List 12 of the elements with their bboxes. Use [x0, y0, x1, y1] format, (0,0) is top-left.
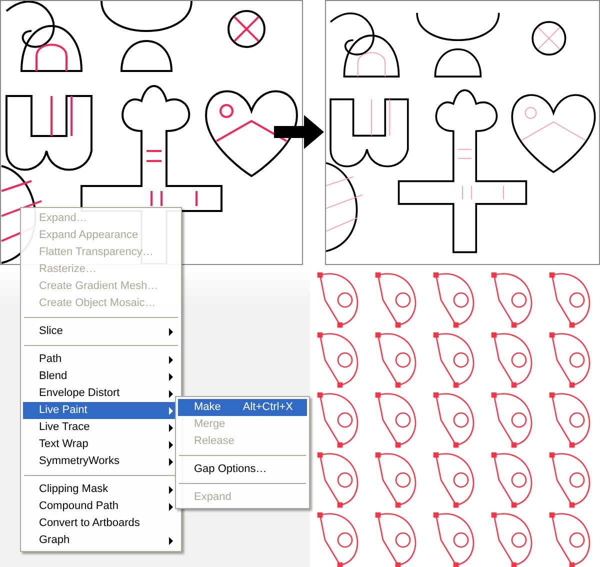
- menu-item[interactable]: Gap Options…: [178, 461, 307, 478]
- menu-item[interactable]: Graph: [23, 532, 179, 549]
- submenu-arrow-icon: [169, 536, 173, 544]
- menu-item[interactable]: Path: [23, 351, 179, 368]
- submenu-arrow-icon: [169, 356, 173, 364]
- menu-item[interactable]: Convert to Artboards: [23, 515, 179, 532]
- menu-item[interactable]: Make Alt+Ctrl+X: [178, 399, 307, 416]
- menu-item[interactable]: Slice: [23, 323, 179, 340]
- submenu-arrow-icon: [169, 372, 173, 380]
- menu-item[interactable]: Blend: [23, 368, 179, 385]
- arrow-icon: [274, 115, 324, 149]
- submenu-arrow-icon: [169, 328, 173, 336]
